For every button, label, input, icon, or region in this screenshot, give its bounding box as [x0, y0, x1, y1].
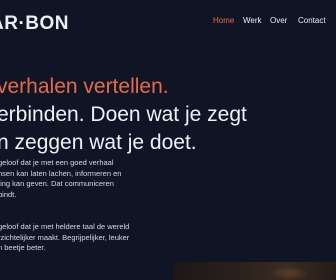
paragraph-line: n beetje beter. — [0, 243, 46, 253]
paragraph-line: geloof dat je met een goed verhaal — [0, 158, 114, 167]
photo-image — [173, 262, 336, 280]
intro-paragraph-2: geloof dat je met heldere taal de wereld… — [0, 222, 129, 254]
paragraph-line: ting kan geven. Dat communiceren — [0, 179, 114, 189]
logo[interactable]: AR·BON — [0, 13, 69, 35]
hero-line-2: erbinden. Doen wat je zegt — [0, 103, 247, 126]
nav-contact[interactable]: Contact — [298, 16, 336, 25]
nav-werk[interactable]: Werk — [243, 16, 270, 25]
paragraph-line: bindt. — [0, 190, 17, 200]
paragraph-line: geloof dat je met heldere taal de wereld — [0, 222, 130, 231]
main-nav: Home Werk Over Contact E — [213, 16, 336, 25]
nav-home[interactable]: Home — [213, 16, 243, 25]
hero-line-1: verhalen vertellen. — [0, 75, 169, 98]
page: AR·BON Home Werk Over Contact E verhalen… — [0, 0, 336, 280]
intro-paragraph-1: geloof dat je met een goed verhaal nsen … — [0, 158, 121, 201]
hero-line-3: n zeggen wat je doet. — [0, 131, 197, 154]
paragraph-line: nsen kan laten lachen, informeren en — [0, 168, 122, 178]
nav-over[interactable]: Over — [270, 16, 298, 25]
hero-headline: verhalen vertellen. erbinden. Doen wat j… — [0, 73, 247, 157]
paragraph-line: rzichtelijker maakt. Begrijpelijker, leu… — [0, 232, 130, 242]
